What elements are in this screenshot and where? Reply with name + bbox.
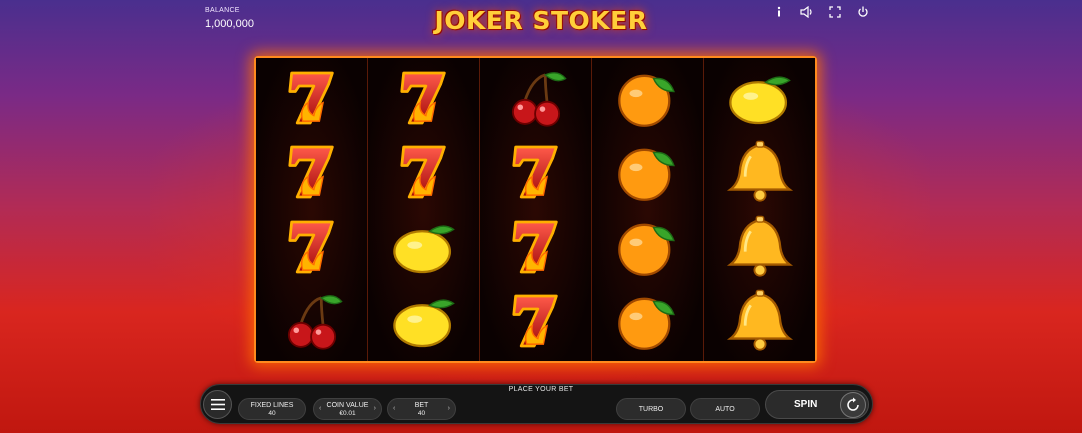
fixed-lines-display: FIXED LINES 40 [238, 398, 306, 420]
spin-circle[interactable] [840, 392, 866, 418]
seven-icon [384, 137, 464, 207]
cherry-icon [272, 286, 352, 356]
fixed-lines-label: FIXED LINES [250, 401, 294, 409]
fullscreen-icon[interactable] [828, 5, 842, 19]
orange-icon [608, 63, 688, 133]
bet-label: BET [414, 401, 429, 409]
coin-value-selector[interactable]: ‹ COIN VALUE €0.01 › [313, 398, 382, 420]
orange-icon [608, 286, 688, 356]
reel-3 [480, 58, 592, 361]
chevron-right-icon[interactable]: › [374, 405, 376, 412]
bet-selector[interactable]: ‹ BET 40 › [387, 398, 456, 420]
seven-icon [272, 63, 352, 133]
bell-icon [720, 212, 800, 282]
reel-grid [254, 56, 817, 363]
info-icon[interactable] [772, 5, 786, 19]
seven-icon [496, 212, 576, 282]
place-bet-message: PLACE YOUR BET [508, 386, 574, 393]
sound-icon[interactable] [800, 5, 814, 19]
orange-icon [608, 212, 688, 282]
seven-icon [272, 212, 352, 282]
spin-label: SPIN [794, 399, 818, 410]
reel-5 [704, 58, 815, 361]
turbo-label: TURBO [638, 405, 664, 413]
turbo-button[interactable]: TURBO [616, 398, 686, 420]
bell-icon [720, 286, 800, 356]
auto-button[interactable]: AUTO [690, 398, 760, 420]
lemon-icon [720, 63, 800, 133]
reel-2 [368, 58, 480, 361]
chevron-right-icon[interactable]: › [448, 405, 450, 412]
seven-icon [496, 286, 576, 356]
top-toolbar [772, 5, 870, 19]
menu-button[interactable] [203, 390, 232, 419]
fixed-lines-value: 40 [268, 409, 276, 417]
game-logo: JOKER STOKER [434, 6, 648, 35]
reel-1 [256, 58, 368, 361]
hamburger-icon [210, 399, 225, 410]
seven-icon [272, 137, 352, 207]
lemon-icon [384, 212, 464, 282]
orange-icon [608, 137, 688, 207]
reel-4 [592, 58, 704, 361]
refresh-icon [847, 397, 859, 411]
cherry-icon [496, 63, 576, 133]
bet-value: 40 [417, 409, 426, 417]
coin-value-value: €0.01 [339, 409, 356, 417]
chevron-left-icon[interactable]: ‹ [393, 405, 395, 412]
lemon-icon [384, 286, 464, 356]
auto-label: AUTO [715, 405, 735, 413]
bell-icon [720, 137, 800, 207]
seven-icon [496, 137, 576, 207]
spin-button[interactable]: SPIN [765, 390, 869, 419]
chevron-left-icon[interactable]: ‹ [319, 405, 321, 412]
seven-icon [384, 63, 464, 133]
power-icon[interactable] [856, 5, 870, 19]
coin-value-label: COIN VALUE [326, 401, 369, 409]
